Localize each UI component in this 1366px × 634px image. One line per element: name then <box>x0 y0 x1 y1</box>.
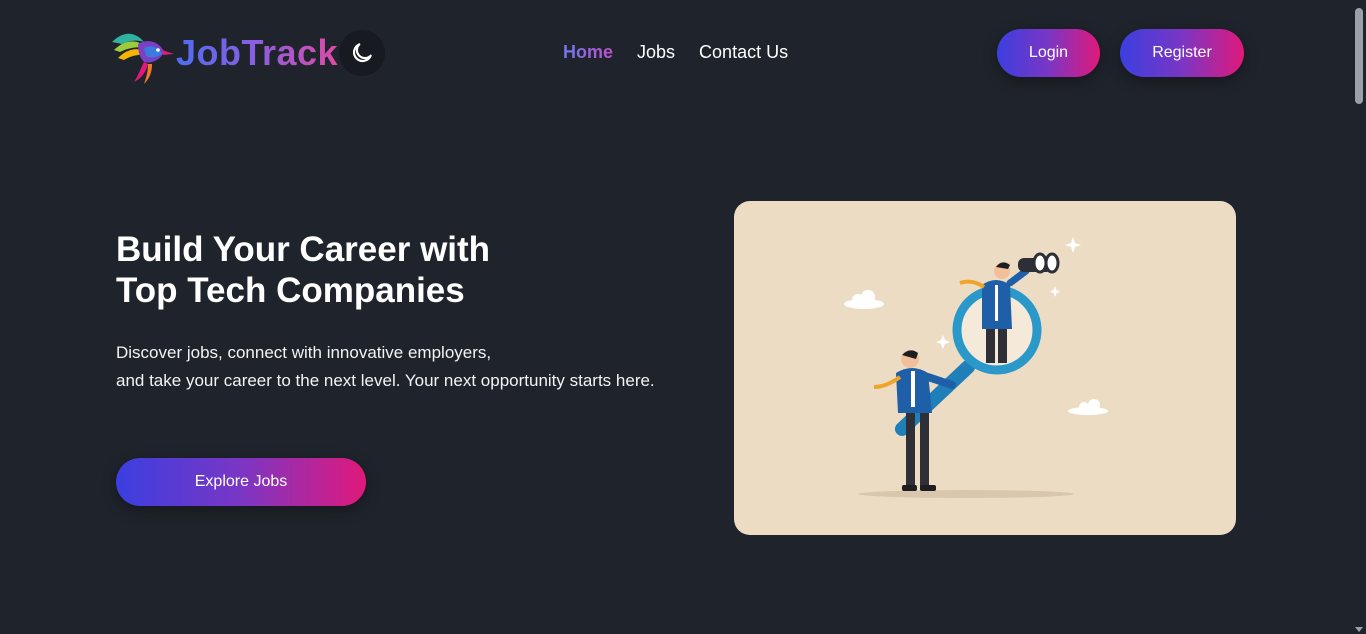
scroll-down-icon[interactable] <box>1355 627 1363 632</box>
navbar: JobTrack Home Jobs Contact Us Login Regi… <box>0 0 1352 108</box>
hero-title-line1: Build Your Career with <box>116 230 491 269</box>
login-button[interactable]: Login <box>997 29 1100 77</box>
career-search-illustration <box>844 237 1108 498</box>
hero-illustration <box>734 201 1236 535</box>
scrollbar-thumb[interactable] <box>1355 8 1363 104</box>
hummingbird-logo-icon <box>112 33 174 84</box>
brand-name: JobTrack <box>176 32 339 73</box>
cloud-icon <box>844 290 884 309</box>
hero-text-line2: and take your career to the next level. … <box>116 371 655 390</box>
nav-link-home[interactable]: Home <box>563 42 613 63</box>
hero-description: Discover jobs, connect with innovative e… <box>116 339 656 395</box>
hero-text-line1: Discover jobs, connect with innovative e… <box>116 343 492 362</box>
explore-jobs-button[interactable]: Explore Jobs <box>116 458 366 506</box>
hero-title-line2: Top Tech Companies <box>116 271 465 310</box>
nav-link-contact-us[interactable]: Contact Us <box>699 42 788 63</box>
nav-link-jobs[interactable]: Jobs <box>637 42 675 63</box>
hero-title: Build Your Career with Top Tech Companie… <box>116 229 490 311</box>
brand[interactable]: JobTrack <box>108 20 338 86</box>
theme-toggle-button[interactable] <box>339 30 385 76</box>
register-button[interactable]: Register <box>1120 29 1244 77</box>
main-nav: Home Jobs Contact Us <box>563 42 788 63</box>
page-scrollbar[interactable] <box>1352 0 1366 634</box>
moon-icon <box>352 43 372 63</box>
